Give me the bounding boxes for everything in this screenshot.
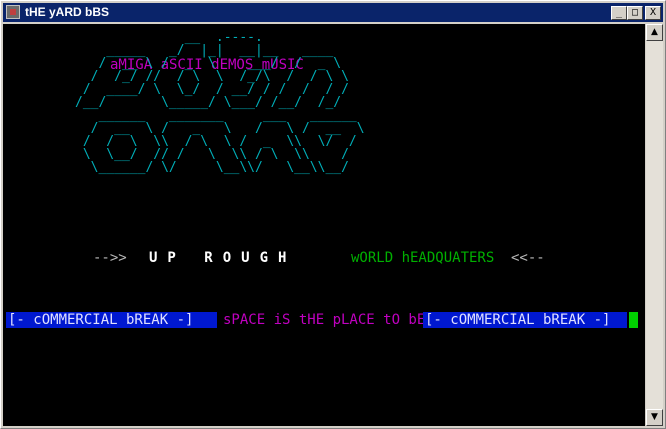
title-bar[interactable]: tHE yARD bBS _ □ X — [3, 3, 663, 22]
left-arrow-text: -->> — [93, 250, 127, 266]
world-headquarters-text: wORLD hEADQUATERS — [351, 250, 495, 266]
window-title: tHE yARD bBS — [25, 5, 110, 19]
ascii-logo-art: __ .----. _____ _/ |_| __|__ ____ / __ \… — [75, 30, 365, 175]
maximize-button[interactable]: □ — [627, 6, 643, 20]
terminal-screen[interactable]: aMIGA aSCII dEMOS mUSIC __ .----. _____ … — [3, 24, 645, 426]
space-place-text: sPACE iS tHE pLACE tO bE — [223, 312, 426, 328]
vertical-scrollbar[interactable]: ▲ ▼ — [646, 24, 663, 426]
terminal-app-icon[interactable] — [6, 5, 20, 19]
scroll-up-icon[interactable]: ▲ — [646, 24, 663, 41]
text-cursor — [629, 312, 638, 328]
close-button[interactable]: X — [645, 6, 661, 20]
up-rough-text: UP ROUGH — [149, 250, 297, 266]
terminal-window: tHE yARD bBS _ □ X aMIGA aSCII dEMOS mUS… — [0, 0, 666, 429]
commercial-break-left: [- cOMMERCIAL bREAK -] — [6, 312, 217, 328]
right-arrow-text: <<-- — [511, 250, 545, 266]
scroll-down-icon[interactable]: ▼ — [646, 409, 663, 426]
commercial-break-right: [- cOMMERCIAL bREAK -] — [423, 312, 627, 328]
minimize-button[interactable]: _ — [611, 6, 627, 20]
